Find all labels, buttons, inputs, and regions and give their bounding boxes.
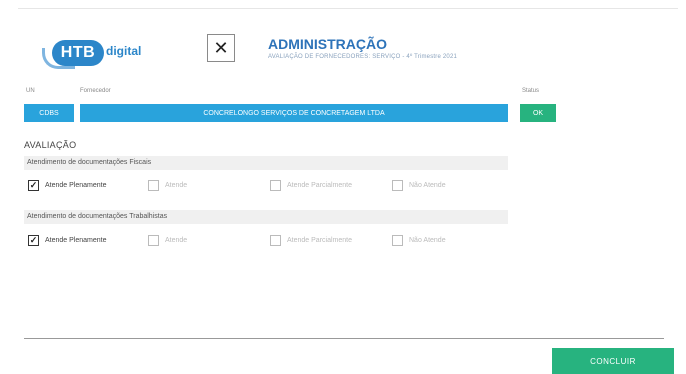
footer-divider [24,338,664,339]
evaluation-section-title: AVALIAÇÃO [24,140,77,150]
option-trabalhistas-nao-atende[interactable]: Não Atende [392,235,446,246]
close-icon: ✕ [213,37,229,58]
supplier-label: Fornecedor [80,88,111,94]
check-icon[interactable]: ✓ [28,235,39,246]
checkbox[interactable] [270,180,281,191]
checkbox[interactable] [392,235,403,246]
close-button[interactable]: ✕ [207,34,235,62]
status-label: Status [522,88,540,94]
un-field: CDBS [24,104,74,122]
top-divider [18,8,678,9]
checkbox[interactable] [392,180,403,191]
htb-digital-logo: HTB digital [38,34,150,76]
option-label: Atende [165,237,188,244]
option-trabalhistas-atende-parcialmente[interactable]: Atende Parcialmente [270,235,352,246]
option-fiscal-atende-plenamente[interactable]: ✓ Atende Plenamente [28,180,107,191]
option-label: Atende [165,182,188,189]
option-trabalhistas-atende[interactable]: Atende [148,235,187,246]
checkbox[interactable] [148,235,159,246]
un-label: UN [26,88,35,94]
logo-suffix: digital [106,44,142,58]
option-label: Atende Parcialmente [287,237,352,244]
conclude-button[interactable]: CONCLUIR [552,348,674,374]
option-fiscal-atende-parcialmente[interactable]: Atende Parcialmente [270,180,352,191]
option-fiscal-nao-atende[interactable]: Não Atende [392,180,446,191]
group-trabalhistas-header: Atendimento de documentações Trabalhista… [24,210,508,224]
option-fiscal-atende[interactable]: Atende [148,180,187,191]
option-label: Atende Plenamente [45,182,107,189]
option-label: Atende Plenamente [45,237,107,244]
group-fiscal-header: Atendimento de documentações Fiscais [24,156,508,170]
status-badge: OK [520,104,556,122]
page-subtitle: AVALIAÇÃO DE FORNECEDORES: SERVIÇO - 4º … [268,54,458,60]
checkbox[interactable] [270,235,281,246]
option-label: Atende Parcialmente [287,182,352,189]
option-label: Não Atende [409,182,446,189]
supplier-field: CONCRELONGO SERVIÇOS DE CONCRETAGEM LTDA [80,104,508,122]
checkbox[interactable] [148,180,159,191]
check-icon[interactable]: ✓ [28,180,39,191]
logo-text: HTB [52,40,104,66]
page-title: ADMINISTRAÇÃO [268,36,387,52]
option-trabalhistas-atende-plenamente[interactable]: ✓ Atende Plenamente [28,235,107,246]
option-label: Não Atende [409,237,446,244]
